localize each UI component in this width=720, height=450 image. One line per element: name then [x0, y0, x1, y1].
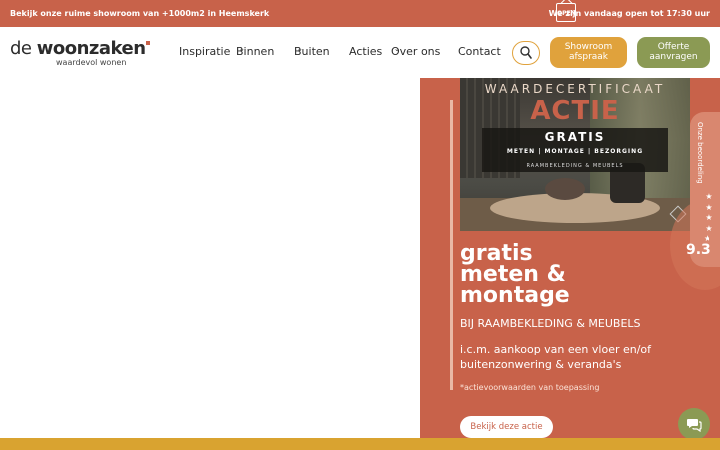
rating-stars: ★ ★ ★ ★ ★	[704, 192, 714, 245]
search-icon	[520, 46, 532, 59]
chevron-down-icon: ⌄	[394, 45, 400, 53]
nav-label: Contact	[458, 45, 501, 58]
search-button[interactable]	[512, 41, 540, 65]
offer-gratis: GRATIS	[544, 130, 606, 144]
showroom-appointment-button[interactable]: Showroom afspraak	[550, 37, 627, 68]
request-quote-button[interactable]: Offerte aanvragen	[637, 37, 710, 68]
bottom-band	[0, 438, 720, 450]
star-icon: ★	[705, 223, 713, 233]
chat-button[interactable]	[678, 408, 710, 440]
logo-wordmark: woonzaken	[36, 38, 146, 59]
rating-score: 9.3	[686, 242, 711, 258]
promo-headline: gratis meten & montage	[460, 241, 570, 308]
chevron-down-icon: ⌄	[297, 45, 303, 53]
certificate-heading: WAARDECERTIFICAAT	[484, 82, 666, 96]
offer-services: METEN | MONTAGE | BEZORGING	[506, 148, 644, 155]
chat-icon	[687, 419, 702, 432]
actie-heading: ACTIE	[530, 96, 620, 126]
headline-line: montage	[460, 283, 570, 308]
rating-label: Onze beoordeling	[696, 122, 704, 184]
site-header: de woonzaken waardevol wonen Inspiratie …	[0, 27, 720, 78]
top-announcement-bar: Bekijk onze ruime showroom van +1000m2 i…	[0, 0, 720, 27]
showroom-announcement[interactable]: Bekijk onze ruime showroom van +1000m2 i…	[10, 9, 269, 18]
offer-category: RAAMBEKLEDING & MEUBELS	[526, 163, 624, 169]
promo-subtitle: BIJ RAAMBEKLEDING & MEUBELS	[460, 317, 641, 330]
star-icon: ★	[705, 213, 713, 222]
promo-conditions-note: *actievoorwaarden van toepassing	[460, 383, 600, 392]
pouf-decoration	[545, 178, 585, 200]
rating-widget[interactable]: Onze beoordeling ★ ★ ★ ★ ★ 9.3	[686, 112, 720, 267]
nav-label: Acties	[349, 45, 383, 58]
logo-tagline: waardevol wonen	[56, 58, 127, 67]
promo-description: i.c.m. aankoop van een vloer en/of buite…	[460, 343, 652, 371]
logo-prefix: de	[10, 38, 37, 59]
logo[interactable]: de woonzaken waardevol wonen	[10, 38, 150, 67]
headline-line: gratis	[460, 241, 533, 266]
opening-hours: We zijn vandaag open tot 17:30 uur	[548, 9, 710, 18]
star-icon: ★	[705, 192, 713, 201]
promo-divider	[450, 100, 453, 390]
star-icon: ★	[705, 202, 713, 212]
chevron-down-icon: ⌄	[239, 45, 245, 53]
view-offer-button[interactable]: Bekijk deze actie	[460, 416, 553, 438]
promo-image[interactable]: WAARDECERTIFICAAT ACTIE GRATIS METEN | M…	[460, 78, 690, 231]
nav-label: Inspiratie	[179, 45, 231, 58]
logo-dot	[145, 41, 150, 45]
headline-line: meten &	[460, 262, 566, 287]
